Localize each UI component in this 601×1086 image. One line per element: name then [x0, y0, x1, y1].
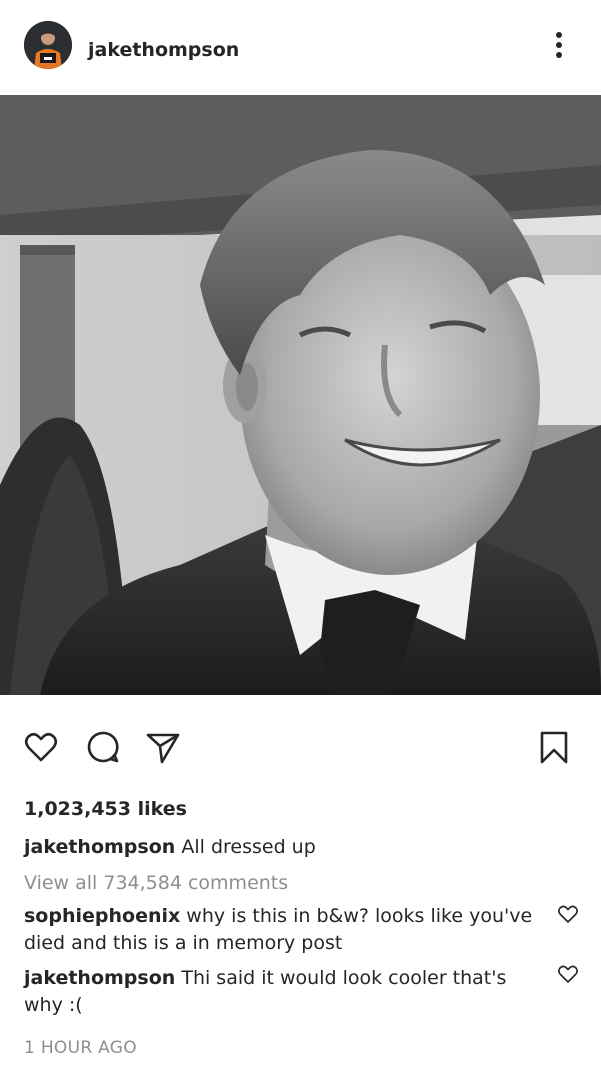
caption-username[interactable]: jakethompson	[24, 836, 175, 858]
heart-small-icon[interactable]	[557, 963, 579, 985]
post-username[interactable]: jakethompson	[88, 38, 239, 62]
comment-item: jakethompson Thi said it would look cool…	[24, 965, 514, 1019]
heart-small-icon[interactable]	[557, 903, 579, 925]
post-timestamp: 1 HOUR AGO	[24, 1038, 137, 1058]
comment-username[interactable]: sophiephoenix	[24, 905, 180, 927]
caption-text: All dressed up	[181, 836, 316, 858]
bookmark-icon[interactable]	[536, 729, 572, 765]
paper-plane-icon[interactable]	[145, 729, 181, 765]
post-header: jakethompson	[0, 0, 601, 95]
likes-count[interactable]: 1,023,453 likes	[24, 797, 187, 821]
heart-icon[interactable]	[23, 729, 59, 765]
comment-username[interactable]: jakethompson	[24, 967, 175, 989]
view-all-comments-link[interactable]: View all 734,584 comments	[24, 871, 288, 895]
avatar[interactable]	[24, 21, 72, 69]
post-caption: jakethompson All dressed up	[24, 834, 544, 861]
action-bar	[0, 725, 601, 769]
comment-item: sophiephoenix why is this in b&w? looks …	[24, 903, 534, 957]
avatar-image	[24, 21, 72, 69]
more-vertical-icon[interactable]	[548, 30, 570, 60]
comment-bubble-icon[interactable]	[85, 729, 121, 765]
post-photo[interactable]	[0, 95, 601, 695]
